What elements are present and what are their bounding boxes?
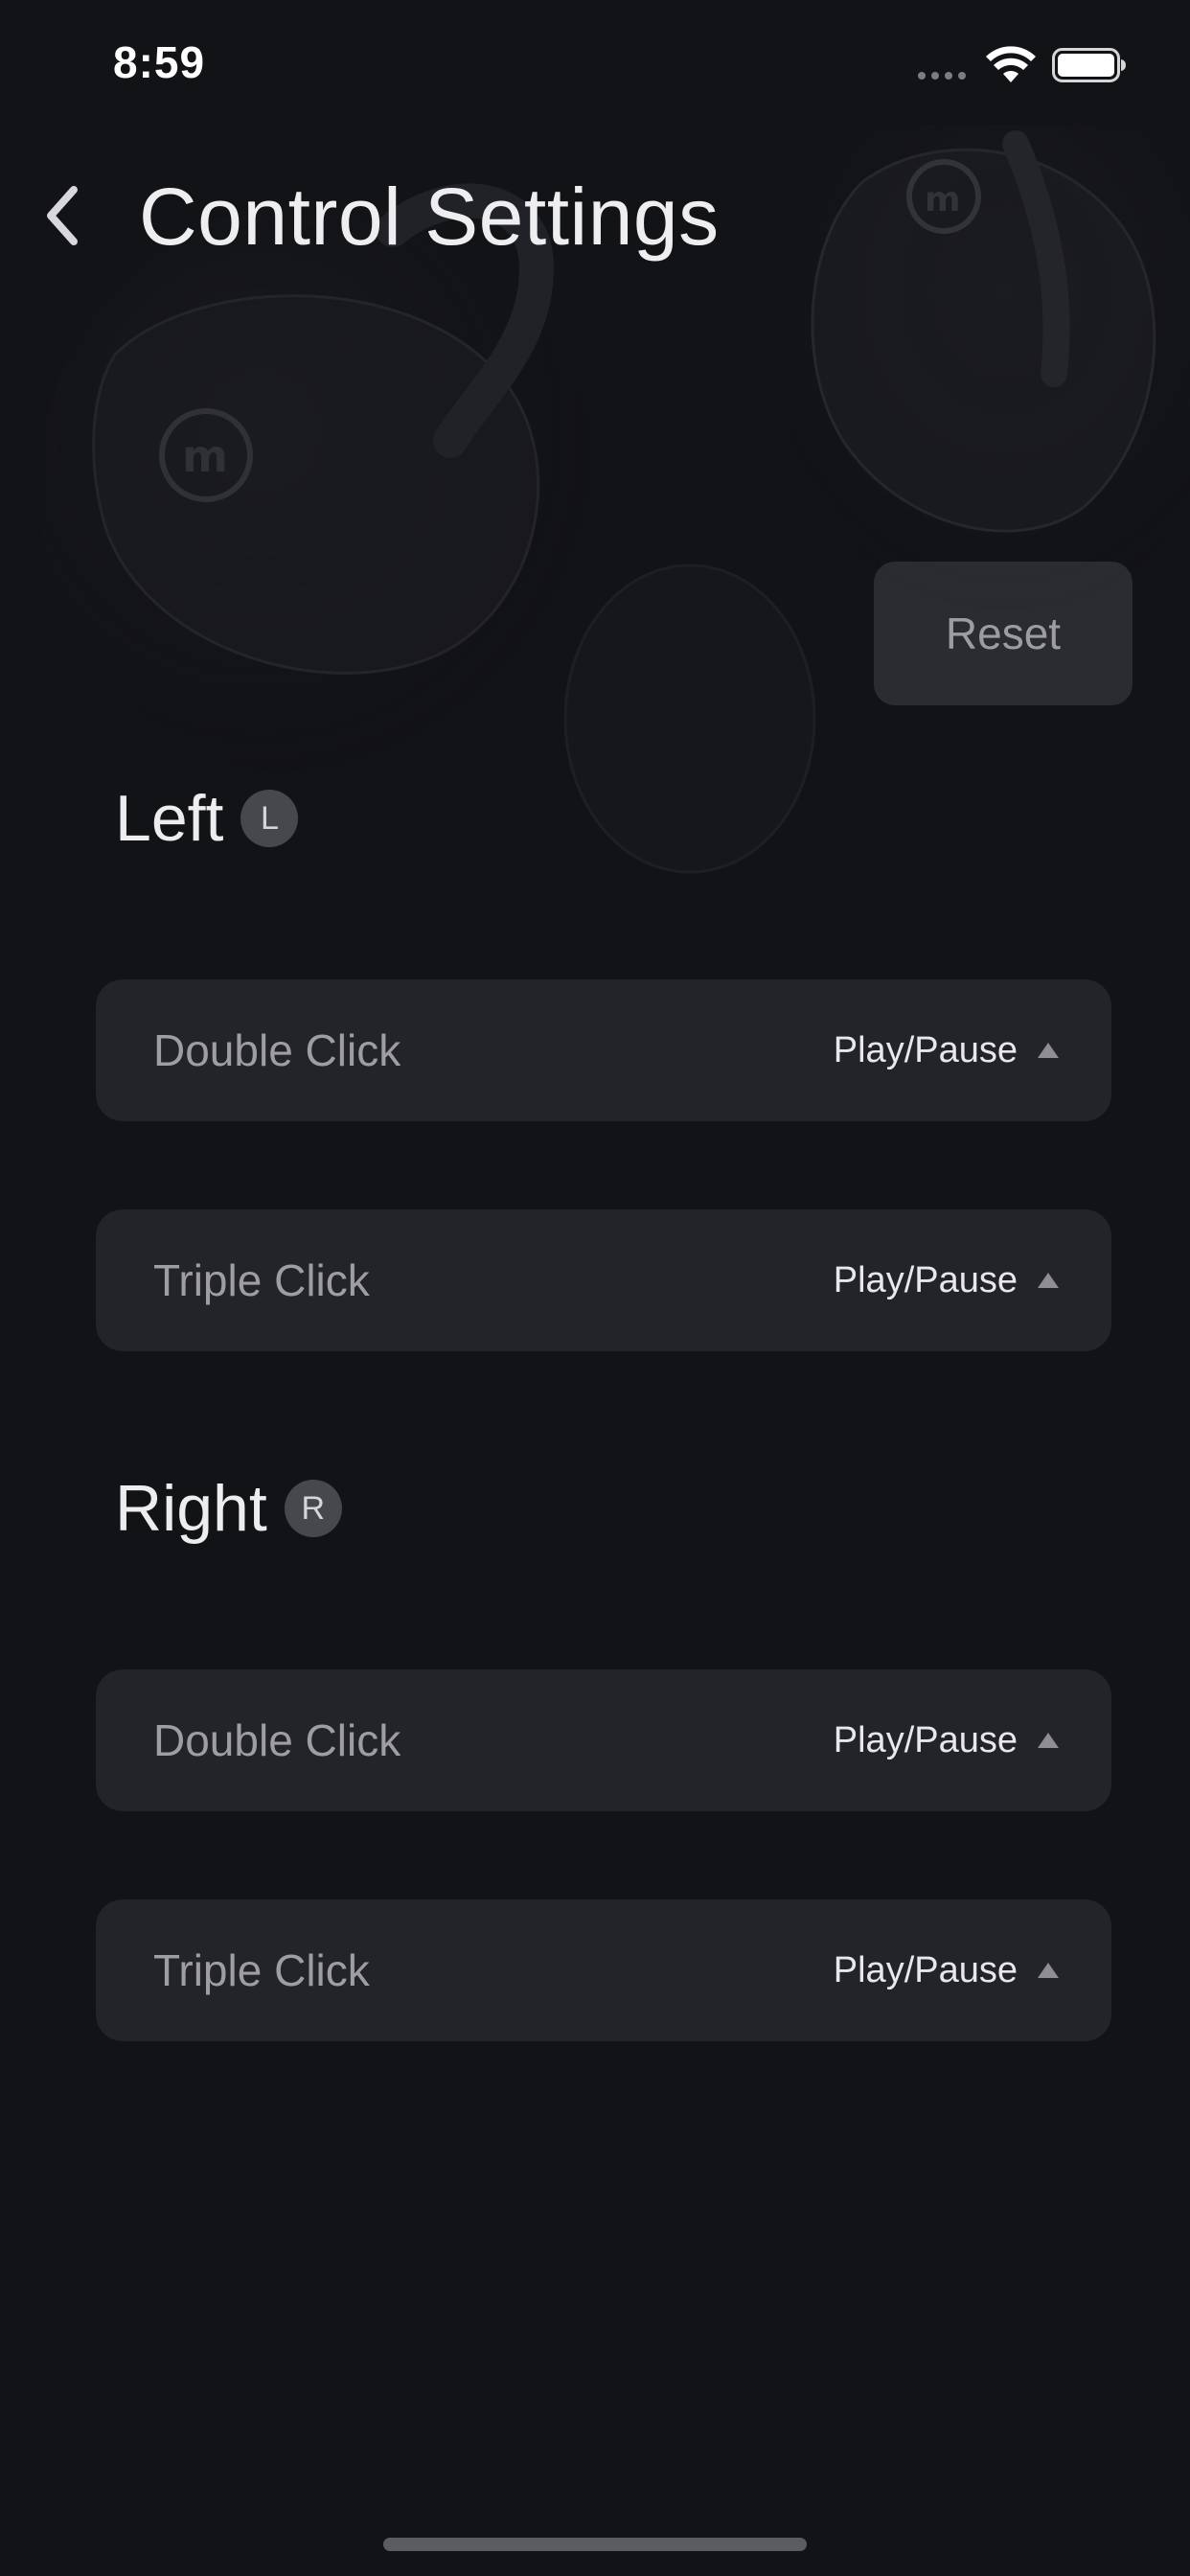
battery-icon: [1052, 48, 1126, 82]
row-label: Double Click: [153, 1025, 401, 1075]
row-value: Play/Pause: [833, 1719, 1018, 1760]
action-dropdown[interactable]: Play/Pause: [834, 1720, 1060, 1761]
section-title-left: Left L: [115, 781, 299, 856]
caret-up-icon: [1038, 1733, 1059, 1748]
action-dropdown[interactable]: Play/Pause: [834, 1260, 1060, 1301]
back-button[interactable]: [29, 172, 96, 259]
reset-button[interactable]: Reset: [874, 562, 1133, 705]
row-label: Double Click: [153, 1715, 401, 1765]
action-dropdown[interactable]: Play/Pause: [834, 1950, 1060, 1991]
left-badge: L: [240, 790, 299, 847]
section-label: Right: [115, 1472, 267, 1545]
chevron-left-icon: [47, 186, 78, 245]
caret-up-icon: [1038, 1963, 1059, 1978]
left-triple-click-row[interactable]: Triple Click Play/Pause: [96, 1209, 1111, 1351]
wifi-icon: [986, 46, 1036, 82]
row-value: Play/Pause: [833, 1259, 1018, 1300]
status-bar: 8:59: [0, 0, 1190, 126]
svg-text:m: m: [182, 430, 228, 482]
home-indicator[interactable]: [383, 2538, 807, 2551]
caret-up-icon: [1038, 1043, 1059, 1058]
right-triple-click-row[interactable]: Triple Click Play/Pause: [96, 1899, 1111, 2041]
row-value: Play/Pause: [833, 1949, 1018, 1990]
right-badge: R: [284, 1480, 342, 1537]
row-value: Play/Pause: [833, 1029, 1018, 1070]
right-double-click-row[interactable]: Double Click Play/Pause: [96, 1669, 1111, 1811]
page-title: Control Settings: [139, 172, 720, 262]
row-label: Triple Click: [153, 1945, 370, 1995]
cellular-signal-icon: [918, 72, 966, 80]
section-label: Left: [115, 782, 224, 855]
action-dropdown[interactable]: Play/Pause: [834, 1030, 1060, 1071]
section-title-right: Right R: [115, 1471, 342, 1546]
row-label: Triple Click: [153, 1255, 370, 1305]
svg-text:m: m: [925, 180, 961, 219]
status-time: 8:59: [113, 37, 206, 87]
left-double-click-row[interactable]: Double Click Play/Pause: [96, 979, 1111, 1121]
caret-up-icon: [1038, 1273, 1059, 1288]
